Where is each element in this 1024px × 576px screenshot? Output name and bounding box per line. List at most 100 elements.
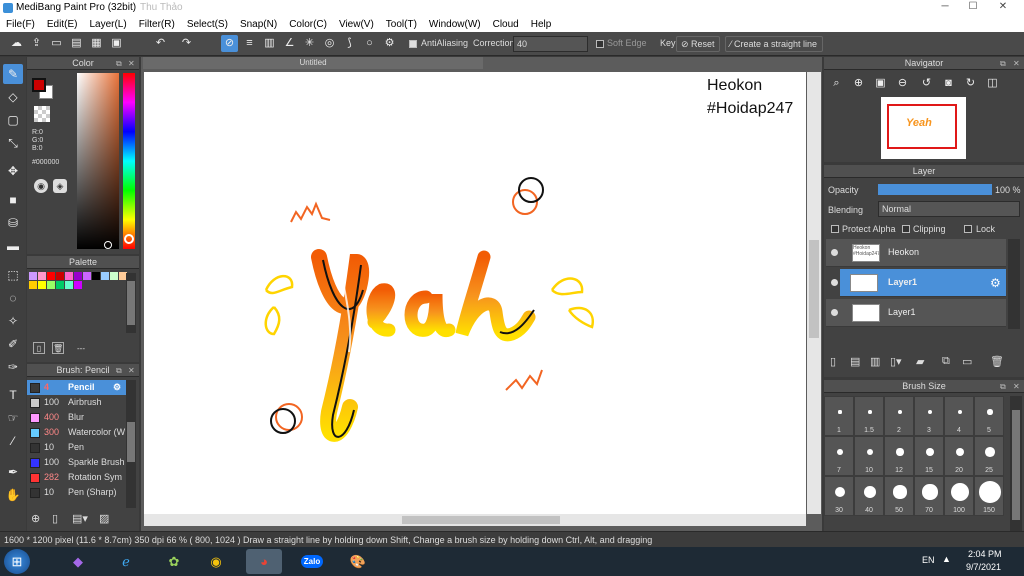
brush-size-option[interactable]: 20 [944, 436, 974, 476]
menu-filter[interactable]: Filter(R) [139, 19, 175, 30]
straight-line-button[interactable]: ⁄ Create a straight line [725, 36, 823, 52]
close-button[interactable]: ✕ [992, 0, 1014, 14]
comment-icon[interactable]: ▭ [48, 35, 65, 52]
curve-snap-icon[interactable]: ⟆ [341, 35, 358, 52]
menu-edit[interactable]: Edit(E) [47, 19, 78, 30]
move-tool-icon[interactable]: ✥ [3, 161, 23, 181]
close-panel-icon[interactable]: ✕ [1013, 380, 1020, 393]
duplicate-layer-icon[interactable]: ⧉ [942, 355, 950, 368]
menu-layer[interactable]: Layer(L) [89, 19, 126, 30]
undock-icon[interactable]: ⧉ [116, 364, 122, 377]
brush-item[interactable]: 282 Rotation Sym [27, 470, 127, 485]
layer-scrollbar[interactable] [1008, 239, 1020, 329]
menu-cloud[interactable]: Cloud [493, 19, 519, 30]
menu-view[interactable]: View(V) [339, 19, 374, 30]
brush-size-option[interactable]: 25 [974, 436, 1004, 476]
palette-swatch[interactable] [65, 281, 73, 289]
brush-item[interactable]: 4 Pencil ⚙ [27, 380, 127, 395]
canvas-horizontal-scrollbar[interactable] [144, 514, 806, 526]
brush-size-option[interactable]: 100 [944, 476, 974, 516]
select-tool-icon[interactable]: ⬚ [3, 265, 23, 285]
soft-edge-checkbox[interactable] [596, 40, 604, 48]
color-wheel-icon[interactable]: ◉ [34, 179, 48, 193]
palette-swatch[interactable] [29, 281, 37, 289]
circle-snap-icon[interactable]: ○ [361, 35, 378, 52]
message-icon[interactable]: ▤ [68, 35, 85, 52]
rotate-right-icon[interactable]: ↻ [962, 75, 979, 92]
palette-swatch[interactable] [38, 272, 46, 280]
new-palette-icon[interactable]: ▯ [33, 342, 45, 354]
palette-swatch[interactable] [101, 272, 109, 280]
palette-swatch[interactable] [65, 272, 73, 280]
share-icon[interactable]: ⇪ [28, 35, 45, 52]
menu-window[interactable]: Window(W) [429, 19, 481, 30]
brush-size-option[interactable]: 30 [824, 476, 854, 516]
magic-wand-icon[interactable]: ✧ [3, 311, 23, 331]
clock-date[interactable]: 9/7/2021 [966, 562, 1001, 572]
language-indicator[interactable]: EN [922, 555, 935, 565]
visibility-icon[interactable] [831, 249, 838, 256]
rotate-reset-icon[interactable]: ◙ [940, 75, 957, 92]
brush-scrollbar[interactable] [126, 380, 136, 508]
zoom-in-icon[interactable]: ⊕ [850, 75, 867, 92]
brush-size-option[interactable]: 150 [974, 476, 1004, 516]
visual-studio-icon[interactable]: ◆ [60, 549, 96, 574]
new-brush-icon[interactable]: ▯ [52, 512, 58, 525]
palette-swatch[interactable] [83, 272, 91, 280]
cloud-icon[interactable]: ☁ [8, 35, 25, 52]
brush-size-option[interactable]: 3 [914, 396, 944, 436]
brush-size-scrollbar[interactable] [1010, 396, 1022, 531]
brush-item[interactable]: 100 Sparkle Brush [27, 455, 127, 470]
brush-settings-icon[interactable]: ▨ [99, 512, 109, 525]
brush-size-option[interactable]: 10 [854, 436, 884, 476]
eraser-tool-icon[interactable]: ◇ [3, 87, 23, 107]
parallel-snap-icon[interactable]: ≡ [241, 35, 258, 52]
palette-swatch[interactable] [47, 281, 55, 289]
brush-size-option[interactable]: 2 [884, 396, 914, 436]
redo-icon[interactable]: ↷ [178, 35, 195, 52]
internet-explorer-icon[interactable]: ℯ [108, 549, 144, 574]
brush-size-option[interactable]: 5 [974, 396, 1004, 436]
hand-tool-icon[interactable]: ✋ [3, 485, 23, 505]
layer-row-layer1-selected[interactable]: Layer1 ⚙ [840, 269, 1006, 297]
brush-size-option[interactable]: 1 [824, 396, 854, 436]
layer-row-layer1[interactable]: Layer1 [826, 299, 1006, 327]
minimize-button[interactable]: ─ [934, 0, 956, 14]
menu-color[interactable]: Color(C) [289, 19, 327, 30]
operation-tool-icon[interactable]: ☞ [3, 408, 23, 428]
undo-icon[interactable]: ↶ [152, 35, 169, 52]
close-panel-icon[interactable]: ✕ [1013, 57, 1020, 70]
transparent-color-swatch[interactable] [34, 106, 50, 122]
protect-alpha-checkbox[interactable] [831, 225, 839, 233]
concentric-snap-icon[interactable]: ◎ [321, 35, 338, 52]
palette-swatch[interactable] [56, 272, 64, 280]
brush-item[interactable]: 300 Watercolor (W [27, 425, 127, 440]
navigator-preview[interactable]: Yeah [881, 97, 966, 159]
brush-size-option[interactable]: 70 [914, 476, 944, 516]
correction-select[interactable]: 40 [513, 36, 588, 52]
delete-layer-icon[interactable]: 🗑 [990, 355, 1004, 368]
menu-snap[interactable]: Snap(N) [240, 19, 277, 30]
brush-size-option[interactable]: 40 [854, 476, 884, 516]
snap-settings-icon[interactable]: ⚙ [381, 35, 398, 52]
chrome-icon[interactable]: ◉ [198, 549, 234, 574]
merge-layer-icon[interactable]: ▭ [962, 355, 972, 368]
blending-select[interactable]: Normal [878, 201, 1020, 217]
maximize-button[interactable]: ☐ [962, 0, 984, 14]
brush-menu-icon[interactable]: ▤▾ [72, 512, 88, 525]
text-tool-icon[interactable]: T [3, 385, 23, 405]
hue-slider[interactable] [123, 73, 135, 249]
menu-file[interactable]: File(F) [6, 19, 35, 30]
zoom-out-icon[interactable]: ⊖ [894, 75, 911, 92]
brush-size-option[interactable]: 50 [884, 476, 914, 516]
paint-icon[interactable]: 🎨 [340, 549, 376, 574]
visibility-icon[interactable] [831, 279, 838, 286]
brush-item[interactable]: 400 Blur [27, 410, 127, 425]
brush-size-option[interactable]: 7 [824, 436, 854, 476]
tray-overflow-icon[interactable]: ▲ [942, 554, 951, 564]
palette-swatch[interactable] [29, 272, 37, 280]
palette-swatch[interactable] [47, 272, 55, 280]
hue-handle[interactable] [124, 234, 134, 244]
clipping-checkbox[interactable] [902, 225, 910, 233]
brush-settings-gear-icon[interactable]: ⚙ [113, 380, 121, 395]
